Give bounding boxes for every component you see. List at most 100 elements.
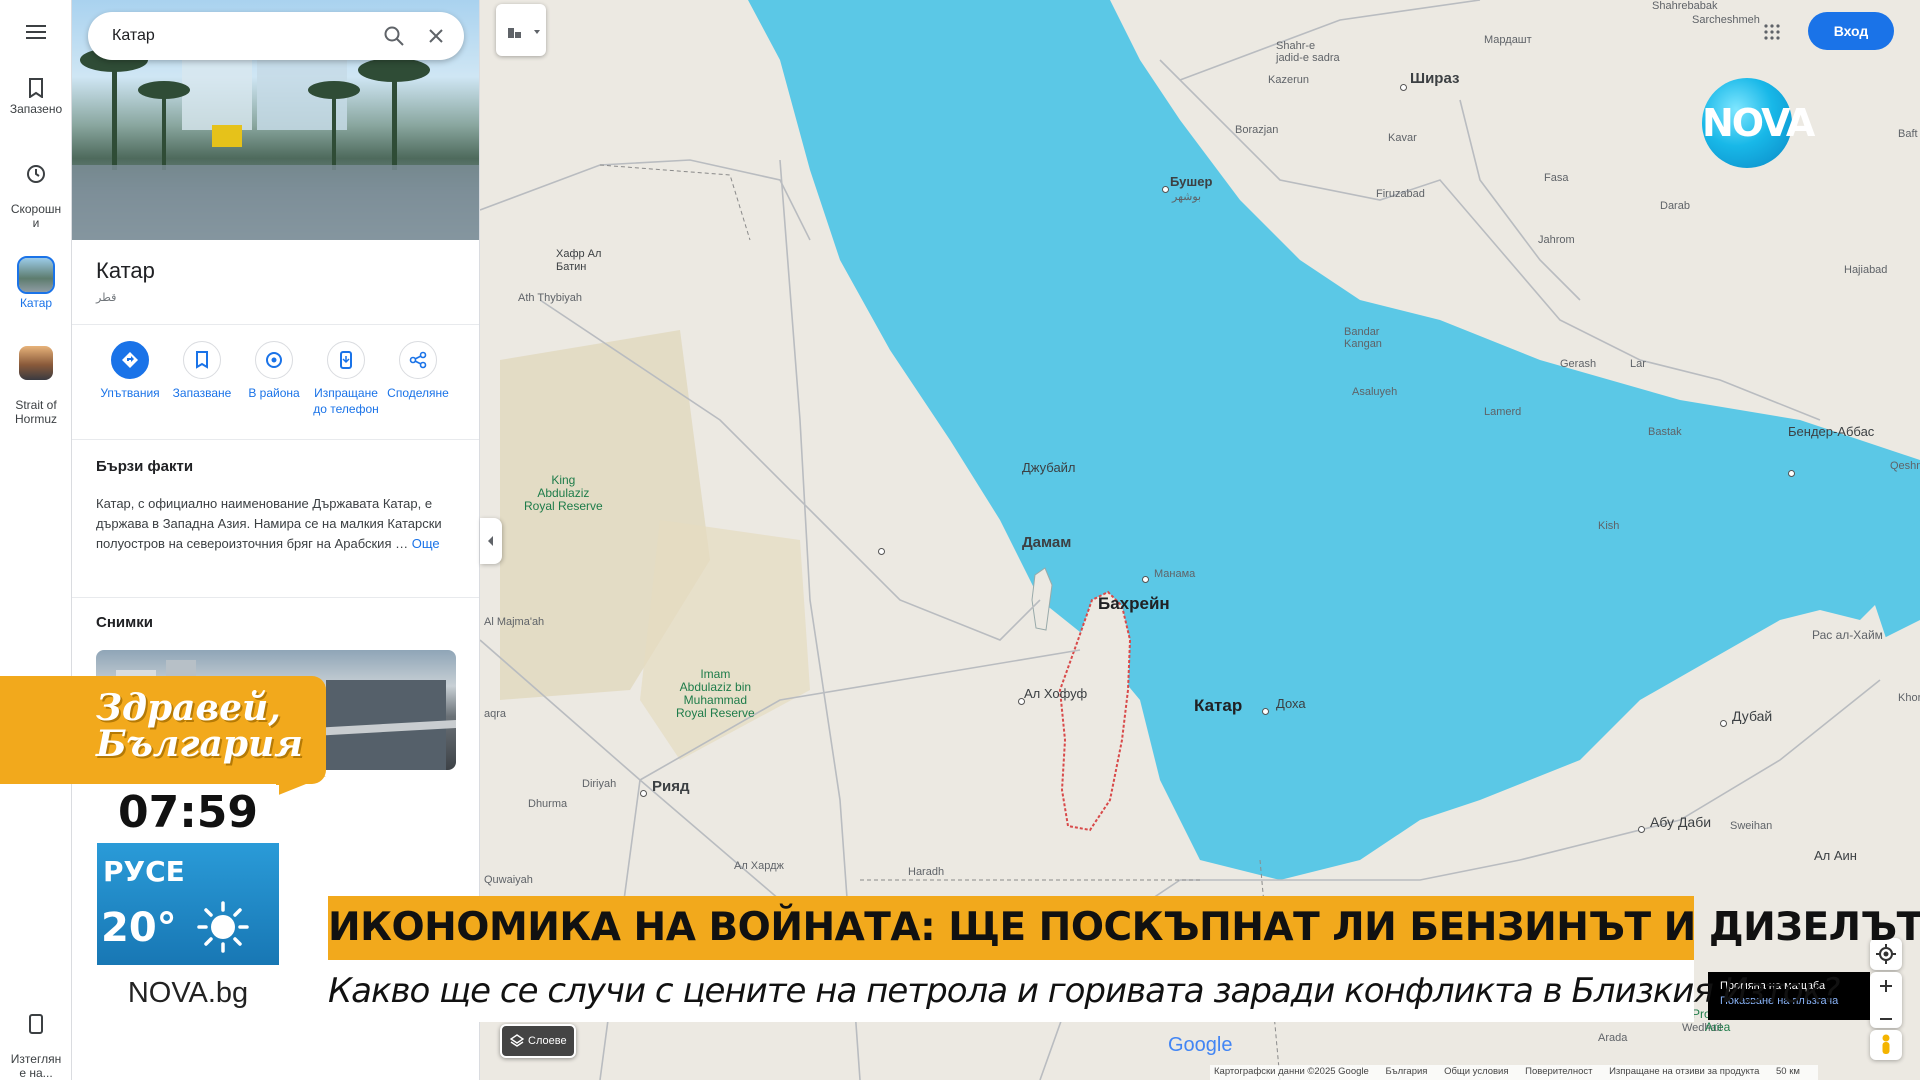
map-label-quwaiyah[interactable]: Quwaiyah	[484, 874, 533, 886]
map-label-riyadh[interactable]: Рияд	[652, 778, 690, 795]
rail-item-recent[interactable]: Скорошн и	[0, 150, 72, 230]
rail-item-qatar[interactable]: Катар	[0, 256, 72, 310]
history-icon	[27, 165, 45, 183]
city-marker-riyadh[interactable]	[640, 790, 647, 797]
map-label-kavar[interactable]: Kavar	[1388, 132, 1417, 144]
map-label-kish[interactable]: Kish	[1598, 520, 1619, 532]
map-label-dammam[interactable]: Дамам	[1022, 534, 1071, 551]
map-label-dubai[interactable]: Дубай	[1732, 708, 1772, 724]
map-label-diriyah[interactable]: Diriyah	[582, 778, 616, 790]
map-label-lar[interactable]: Lar	[1630, 358, 1646, 370]
map-type-toggle[interactable]	[496, 4, 546, 56]
collapse-panel-button[interactable]	[480, 518, 502, 564]
map-label-borazjan[interactable]: Borazjan	[1235, 124, 1278, 136]
share-button[interactable]: Споделяне	[382, 341, 454, 401]
map-label-doha[interactable]: Доха	[1276, 696, 1306, 711]
map-label-khor[interactable]: Khor	[1898, 692, 1920, 704]
map-label-shahr-e-sadra[interactable]: Shahr-e jadid-e sadra	[1276, 40, 1340, 64]
attribution-data: Картографски данни ©2025 Google	[1214, 1066, 1369, 1077]
map-label-darab[interactable]: Darab	[1660, 200, 1690, 212]
map-label-gerash[interactable]: Gerash	[1560, 358, 1596, 370]
search-input[interactable]	[112, 24, 362, 48]
rail-item-hormuz[interactable]: Strait of Hormuz	[0, 332, 72, 426]
street-view-pegman[interactable]	[1870, 1030, 1902, 1060]
map-label-aqra: aqra	[484, 708, 507, 720]
city-marker-bandar-abbas[interactable]	[1788, 470, 1795, 477]
city-marker-doha[interactable]	[1262, 708, 1269, 715]
close-icon[interactable]	[424, 24, 448, 48]
photos-title: Снимки	[96, 614, 153, 631]
city-marker-al-hofuf[interactable]	[1018, 698, 1025, 705]
directions-button[interactable]: Упътвания	[94, 341, 166, 401]
place-hero-image[interactable]	[72, 0, 479, 240]
map-label-dhurma[interactable]: Dhurma	[528, 798, 567, 810]
city-marker-dammam[interactable]	[878, 548, 885, 555]
layers-button[interactable]: Слоеве	[500, 1024, 576, 1058]
map-label-baft[interactable]: Baft	[1898, 128, 1918, 140]
map-label-bandar-kangan[interactable]: Bandar Kangan	[1344, 326, 1382, 350]
sign-in-button[interactable]: Вход	[1808, 12, 1894, 50]
map-label-al-kharj[interactable]: Ал Хардж	[734, 860, 784, 872]
map-label-bahrain[interactable]: Бахрейн	[1098, 594, 1170, 614]
rail-item-saved[interactable]: Запазено	[0, 78, 72, 116]
map-label-bandar-abbas[interactable]: Бендер-Аббас	[1788, 424, 1874, 439]
map-label-abu-dhabi[interactable]: Абу Даби	[1650, 814, 1711, 830]
map-label-firuzabad[interactable]: Firuzabad	[1376, 188, 1425, 200]
map-label-al-hofuf[interactable]: Ал Хофуф	[1024, 686, 1087, 701]
map-label-sweihan[interactable]: Sweihan	[1730, 820, 1772, 832]
headline-bar: ИКОНОМИКА НА ВОЙНАТА: ЩЕ ПОСКЪПНАТ ЛИ БЕ…	[328, 896, 1920, 960]
nova-logo: NOVA	[1702, 78, 1815, 168]
map-label-shiraz[interactable]: Шираз	[1410, 70, 1459, 87]
save-button[interactable]: Запазване	[166, 341, 238, 401]
map-label-arada[interactable]: Arada	[1598, 1032, 1627, 1044]
map-label-jubail[interactable]: Джубайл	[1022, 460, 1076, 475]
map-label-al-ain[interactable]: Ал Аин	[1814, 848, 1857, 863]
divider	[72, 597, 479, 598]
map-label-jahrom[interactable]: Jahrom	[1538, 234, 1575, 246]
map-label-hajiabad[interactable]: Hajiabad	[1844, 264, 1887, 276]
map-label-hafr-al-batin[interactable]: Хафр Ал Батин	[556, 248, 601, 274]
attribution-region[interactable]: България	[1385, 1066, 1427, 1077]
map-label-asaluyeh[interactable]: Asaluyeh	[1352, 386, 1397, 398]
city-marker-abu-dhabi[interactable]	[1638, 826, 1645, 833]
map-label-bastak[interactable]: Bastak	[1648, 426, 1682, 438]
zoom-in-icon[interactable]	[1870, 972, 1902, 1000]
city-marker-dubai[interactable]	[1720, 720, 1727, 727]
map-label-kazerun[interactable]: Kazerun	[1268, 74, 1309, 86]
google-logo: Google	[1168, 1034, 1233, 1057]
map-label-qeshm[interactable]: Qeshm	[1890, 460, 1920, 472]
map-label-shahrebabak[interactable]: Shahrebabak	[1652, 0, 1717, 12]
zoom-out-icon[interactable]	[1870, 1005, 1902, 1033]
apps-icon[interactable]	[1764, 24, 1780, 40]
map-label-manama[interactable]: Манама	[1154, 568, 1195, 580]
city-marker-manama[interactable]	[1142, 576, 1149, 583]
map-label-haradh[interactable]: Haradh	[908, 866, 944, 878]
quick-facts-text: Катар, с официално наименование Държават…	[96, 494, 456, 554]
map-label-marvdasht[interactable]: Мардашт	[1484, 34, 1532, 46]
map-label-qatar[interactable]: Катар	[1194, 696, 1242, 716]
map-label-al-majmaah[interactable]: Al Majma'ah	[484, 616, 544, 628]
map-label-ras-al-khaimah[interactable]: Рас ал-Хайм	[1812, 628, 1883, 642]
attribution-terms[interactable]: Общи условия	[1444, 1066, 1508, 1077]
attribution-privacy[interactable]: Поверителност	[1525, 1066, 1592, 1077]
rail-item-download[interactable]: Изтеглян е на...	[0, 1000, 72, 1080]
send-to-phone-button[interactable]: Изпращане до телефон	[310, 341, 382, 417]
city-marker-shiraz[interactable]	[1400, 84, 1407, 91]
map-label-king-abdulaziz-reserve[interactable]: King Abdulaziz Royal Reserve	[524, 474, 603, 513]
map-label-sarcheshmeh[interactable]: Sarcheshmeh	[1692, 14, 1760, 26]
nearby-label: В района	[248, 386, 300, 400]
nearby-button[interactable]: В района	[238, 341, 310, 401]
city-marker-bushehr[interactable]	[1162, 186, 1169, 193]
search-icon[interactable]	[382, 24, 406, 48]
map-label-ath-thybiyah[interactable]: Ath Thybiyah	[518, 292, 582, 304]
map-label-fasa[interactable]: Fasa	[1544, 172, 1568, 184]
map-label-lamerd[interactable]: Lamerd	[1484, 406, 1521, 418]
nova-logo-text: NOVA	[1702, 101, 1815, 145]
attribution-scale[interactable]: 50 км	[1776, 1066, 1800, 1077]
map-label-bushehr[interactable]: Бушер	[1170, 174, 1212, 189]
map-label-imam-reserve[interactable]: Imam Abdulaziz bin Muhammad Royal Reserv…	[676, 668, 755, 720]
phone-icon	[29, 1014, 43, 1034]
menu-button[interactable]	[0, 24, 72, 44]
attribution-feedback[interactable]: Изпращане на отзиви за продукта	[1609, 1066, 1759, 1077]
quick-facts-more-link[interactable]: Още	[412, 536, 440, 551]
